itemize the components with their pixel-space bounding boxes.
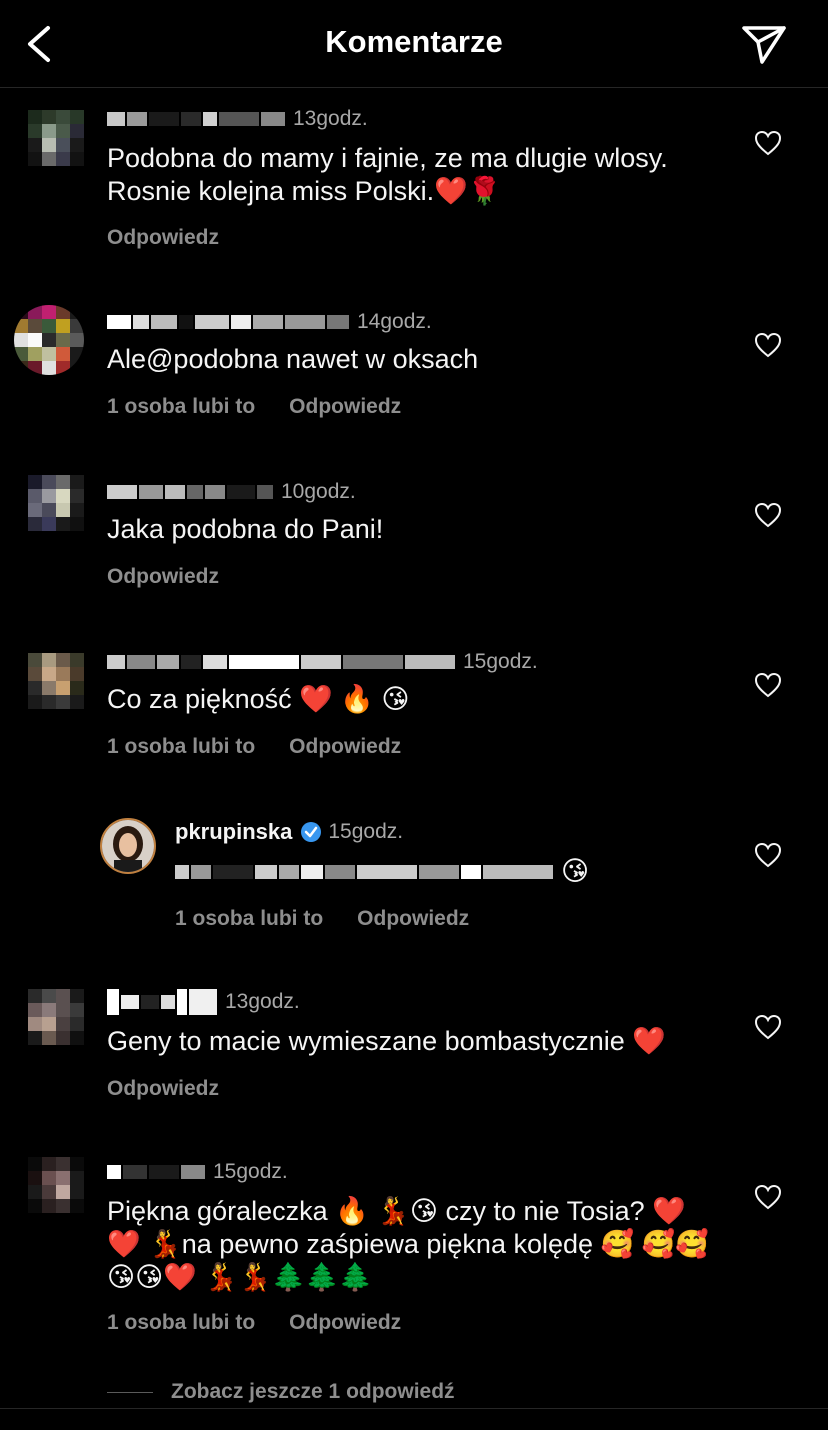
reply-button[interactable]: Odpowiedz [289, 1311, 401, 1335]
reply-button[interactable]: Odpowiedz [107, 1077, 219, 1101]
comment-actions: 1 osoba lubi to Odpowiedz [107, 735, 435, 759]
comment-time: 10godz. [281, 480, 356, 503]
likes-count[interactable]: 1 osoba lubi to [107, 735, 255, 759]
comment-username[interactable]: pkrupinska [175, 819, 292, 845]
avatar[interactable] [28, 989, 84, 1045]
blurred-text [175, 864, 555, 880]
comment-actions: Odpowiedz [107, 1077, 253, 1101]
likes-count[interactable]: 1 osoba lubi to [107, 395, 255, 419]
reply-button[interactable]: Odpowiedz [289, 735, 401, 759]
comment-time: 13godz. [225, 990, 300, 1013]
heart-icon[interactable] [754, 130, 782, 156]
blurred-username[interactable] [107, 484, 275, 500]
likes-count[interactable]: 1 osoba lubi to [107, 1311, 255, 1335]
comment-time: 15godz. [328, 820, 404, 843]
profile-photo-icon [102, 820, 154, 872]
reply-button[interactable]: Odpowiedz [107, 565, 219, 589]
avatar[interactable] [28, 475, 84, 531]
comment-text: Piękna góraleczka 🔥 💃😘 czy to nie Tosia?… [107, 1196, 709, 1292]
comment-meta: 10godz. [107, 477, 356, 507]
divider [107, 1391, 153, 1393]
top-bar: Komentarze [0, 0, 828, 88]
heart-icon[interactable] [754, 1184, 782, 1210]
avatar[interactable] [14, 305, 84, 375]
heart-icon[interactable] [754, 672, 782, 698]
comment-time: 15godz. [463, 650, 538, 673]
blurred-username[interactable] [107, 1164, 207, 1180]
paper-plane-icon[interactable] [740, 22, 788, 66]
comment-time: 15godz. [213, 1160, 288, 1183]
blurred-username[interactable] [107, 654, 457, 670]
reply-emoji: 😘 [561, 856, 590, 887]
blurred-username[interactable] [107, 314, 351, 330]
comment-actions: Odpowiedz [107, 226, 253, 250]
comment-time: 14godz. [357, 310, 432, 333]
view-more-replies-button[interactable]: Zobacz jeszcze 1 odpowiedź [107, 1380, 455, 1404]
avatar[interactable] [28, 1157, 84, 1213]
comment-meta: pkrupinska 15godz. [175, 817, 403, 847]
blurred-username[interactable] [107, 111, 287, 127]
comment-text: Podobna do mamy i fajnie, ze ma dlugie w… [107, 143, 668, 206]
avatar[interactable] [28, 110, 84, 166]
comment-text: Jaka podobna do Pani! [107, 514, 384, 544]
comment-actions: Odpowiedz [107, 565, 253, 589]
comment-meta: 13godz. [107, 987, 300, 1017]
reply-button[interactable]: Odpowiedz [357, 907, 469, 931]
comment-text: Co za piękność ❤️ 🔥 😘 [107, 684, 410, 714]
reply-button[interactable]: Odpowiedz [289, 395, 401, 419]
comment-meta: 13godz. [107, 104, 368, 134]
avatar[interactable] [28, 653, 84, 709]
divider [0, 1408, 828, 1409]
heart-icon[interactable] [754, 332, 782, 358]
comment-meta: 15godz. [107, 647, 538, 677]
blurred-username[interactable] [107, 988, 219, 1016]
comment-meta: 15godz. [107, 1157, 288, 1187]
verified-badge-icon [301, 822, 322, 842]
reply-button[interactable]: Odpowiedz [107, 226, 219, 250]
comment-time: 13godz. [293, 107, 368, 130]
view-more-label: Zobacz jeszcze 1 odpowiedź [171, 1380, 455, 1403]
heart-icon[interactable] [754, 502, 782, 528]
comment-actions: 1 osoba lubi to Odpowiedz [107, 395, 435, 419]
heart-icon[interactable] [754, 1014, 782, 1040]
page-title: Komentarze [325, 24, 503, 59]
comment-text: Ale@podobna nawet w oksach [107, 344, 479, 374]
likes-count[interactable]: 1 osoba lubi to [175, 907, 323, 931]
comment-actions: 1 osoba lubi to Odpowiedz [175, 907, 503, 931]
comment-text: 😘 [175, 855, 795, 888]
avatar[interactable] [100, 818, 156, 874]
comment-actions: 1 osoba lubi to Odpowiedz [107, 1311, 435, 1335]
comment-text: Geny to macie wymieszane bombastycznie ❤… [107, 1026, 666, 1056]
heart-icon[interactable] [754, 842, 782, 868]
comment-meta: 14godz. [107, 307, 432, 337]
